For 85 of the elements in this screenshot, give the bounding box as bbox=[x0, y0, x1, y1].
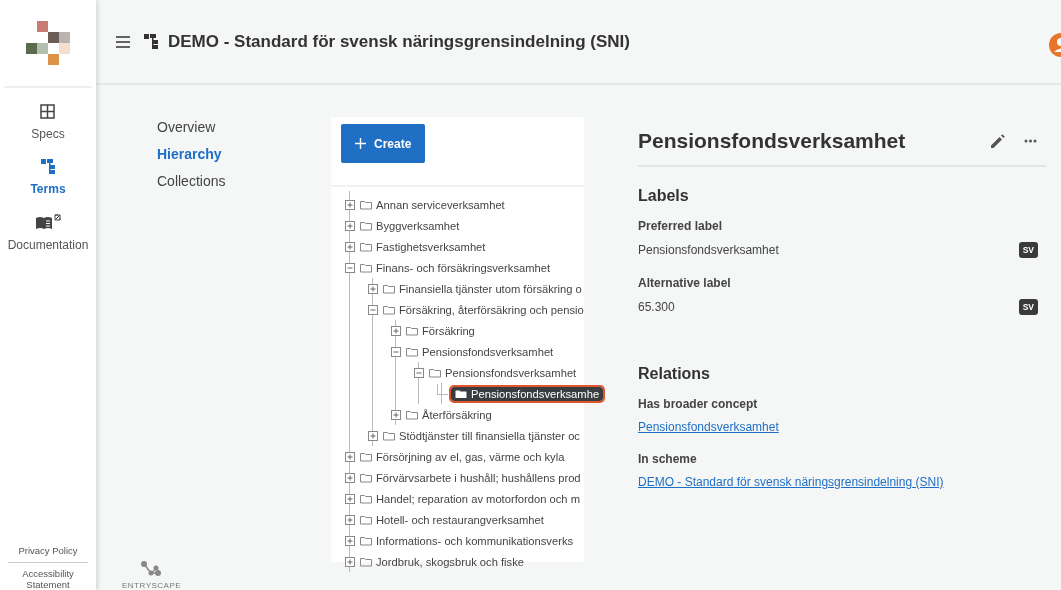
page-title: DEMO - Standard för svensk näringsgrensindelning (SNI) bbox=[168, 31, 630, 52]
collapse-icon[interactable] bbox=[368, 304, 378, 315]
footer-link[interactable]: Privacy Policy bbox=[8, 539, 88, 562]
term-title: Pensionsfondsverksamhet bbox=[638, 129, 907, 153]
nav-item[interactable]: Terms bbox=[30, 159, 66, 196]
folder-icon bbox=[360, 514, 372, 525]
expand-icon[interactable] bbox=[345, 220, 355, 231]
folder-icon bbox=[360, 262, 372, 273]
tree-node[interactable]: Finansiella tjänster utom försäkring o bbox=[381, 281, 584, 296]
folder-icon bbox=[429, 367, 441, 378]
folder-icon bbox=[360, 199, 372, 210]
language-tag: SV bbox=[1018, 242, 1038, 258]
folder-icon bbox=[406, 346, 418, 357]
field-value: 65.300 bbox=[638, 300, 676, 314]
tree-node[interactable]: Försäkring, återförsäkring och pensio bbox=[381, 302, 586, 317]
tree-node[interactable]: Fastighetsverksamhet bbox=[358, 239, 488, 254]
language-tag: SV bbox=[1018, 299, 1038, 315]
expand-icon[interactable] bbox=[345, 451, 355, 462]
tree-node[interactable]: Jordbruk, skogsbruk och fiske bbox=[358, 554, 526, 569]
expand-icon[interactable] bbox=[345, 514, 355, 525]
section-tab[interactable]: Hierarchy bbox=[157, 146, 222, 162]
book-external-icon bbox=[35, 214, 61, 230]
tree-node[interactable]: Informations- och kommunikationsverks bbox=[358, 533, 576, 548]
plus-icon bbox=[355, 138, 366, 149]
tree-node[interactable]: Förvärvsarbete i hushåll; hushållens prod bbox=[358, 470, 583, 485]
tree-node[interactable]: Pensionsfondsverksamhe bbox=[451, 386, 604, 401]
footer-link[interactable]: Accessibility Statement bbox=[8, 562, 88, 590]
field-link[interactable]: Pensionsfondsverksamhet bbox=[638, 420, 779, 434]
tree-node[interactable]: Pensionsfondsverksamhet bbox=[404, 344, 556, 359]
folder-icon bbox=[360, 472, 372, 483]
tree-node[interactable]: Försörjning av el, gas, värme och kyla bbox=[358, 449, 567, 464]
folder-icon bbox=[455, 388, 467, 399]
expand-icon[interactable] bbox=[345, 472, 355, 483]
hierarchy-icon bbox=[41, 159, 55, 174]
create-button[interactable]: Create bbox=[341, 124, 426, 163]
section-tab[interactable]: Collections bbox=[157, 173, 226, 189]
expand-icon[interactable] bbox=[345, 199, 355, 210]
folder-icon bbox=[383, 304, 395, 315]
tree-node[interactable]: Hotell- och restaurangverksamhet bbox=[358, 512, 546, 527]
menu-icon[interactable] bbox=[116, 34, 130, 49]
folder-icon bbox=[383, 283, 395, 294]
grid-icon bbox=[40, 104, 56, 119]
expand-icon[interactable] bbox=[391, 409, 401, 420]
folder-icon bbox=[360, 451, 372, 462]
expand-icon[interactable] bbox=[345, 556, 355, 567]
expand-icon[interactable] bbox=[345, 493, 355, 504]
expand-icon[interactable] bbox=[391, 325, 401, 336]
section-tab[interactable]: Overview bbox=[157, 119, 216, 135]
expand-icon[interactable] bbox=[345, 535, 355, 546]
tree-node[interactable]: Byggverksamhet bbox=[358, 218, 462, 233]
folder-icon bbox=[383, 430, 395, 441]
field-label: Preferred label bbox=[638, 219, 724, 233]
tree-node[interactable]: Pensionsfondsverksamhet bbox=[427, 365, 579, 380]
field-value: Pensionsfondsverksamhet bbox=[638, 243, 780, 257]
logo-icon bbox=[24, 21, 72, 65]
nav-item[interactable]: Documentation bbox=[7, 214, 89, 252]
tree-node[interactable]: Stödtjänster till finansiella tjänster oc bbox=[381, 428, 582, 443]
tree-node[interactable]: Handel; reparation av motorfordon och m bbox=[358, 491, 582, 506]
folder-icon bbox=[406, 409, 418, 420]
section-heading: Labels bbox=[638, 187, 690, 205]
folder-icon bbox=[360, 535, 372, 546]
collapse-icon[interactable] bbox=[345, 262, 355, 273]
field-label: Has broader concept bbox=[638, 397, 759, 411]
hierarchy-icon bbox=[144, 34, 158, 49]
folder-icon bbox=[360, 493, 372, 504]
expand-icon[interactable] bbox=[345, 241, 355, 252]
folder-icon bbox=[406, 325, 418, 336]
field-link[interactable]: DEMO - Standard för svensk näringsgrensindelning (SNI) bbox=[638, 475, 944, 489]
nav-item[interactable]: Specs bbox=[31, 104, 65, 141]
tree-node[interactable]: Försäkring bbox=[404, 323, 477, 338]
folder-icon bbox=[360, 220, 372, 231]
field-label: In scheme bbox=[638, 452, 698, 466]
tree-node[interactable]: Finans- och försäkringsverksamhet bbox=[358, 260, 553, 275]
tree-node[interactable]: Återförsäkring bbox=[404, 407, 494, 422]
brand-name: ENTRYSCAPE bbox=[122, 581, 182, 590]
folder-icon bbox=[360, 556, 372, 567]
expand-icon[interactable] bbox=[368, 283, 378, 294]
expand-icon[interactable] bbox=[368, 430, 378, 441]
brand-logo-icon bbox=[141, 561, 163, 577]
field-label: Alternative label bbox=[638, 276, 732, 290]
collapse-icon[interactable] bbox=[414, 367, 424, 378]
folder-icon bbox=[360, 241, 372, 252]
collapse-icon[interactable] bbox=[391, 346, 401, 357]
section-heading: Relations bbox=[638, 365, 711, 383]
tree-node[interactable]: Annan serviceverksamhet bbox=[358, 197, 507, 212]
